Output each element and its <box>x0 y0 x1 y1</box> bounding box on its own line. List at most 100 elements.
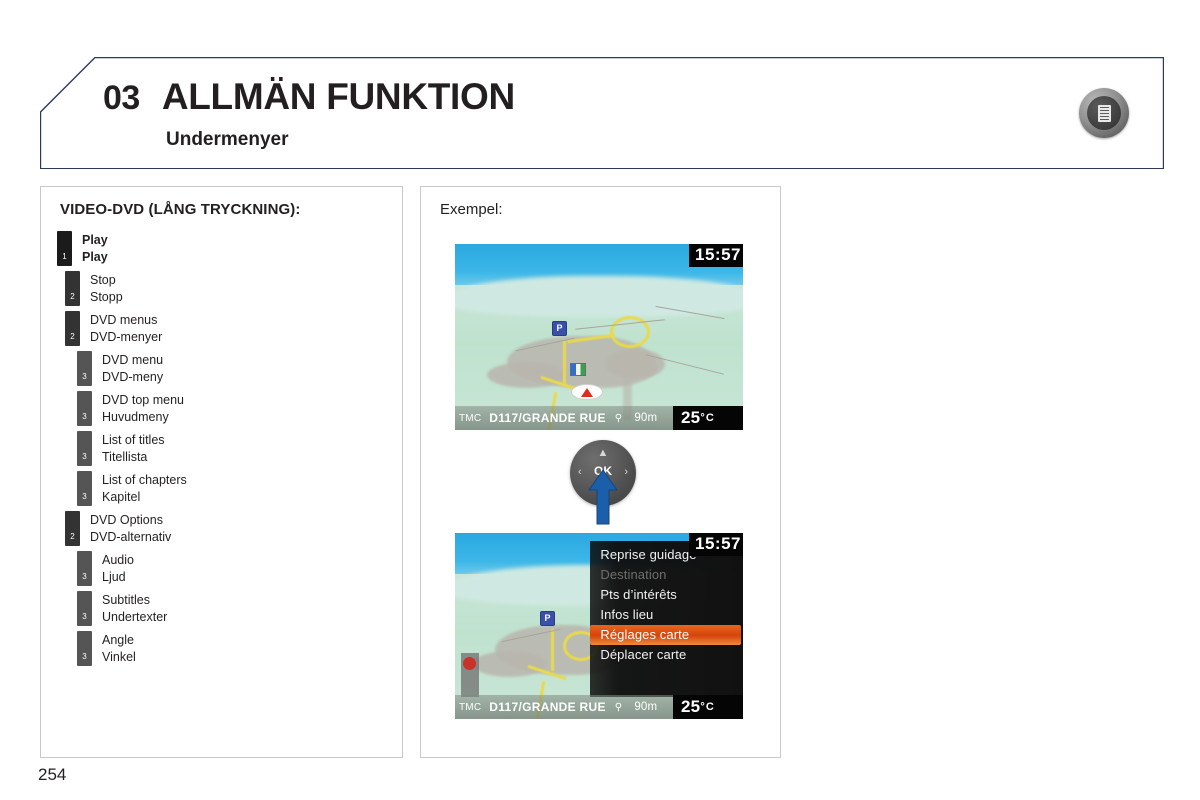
parking-poi-icon: P <box>552 321 567 336</box>
map-road <box>563 340 566 384</box>
menu-level-number: 3 <box>82 572 87 581</box>
chapter-subtitle: Undermenyer <box>166 129 289 150</box>
menu-item-stop[interactable]: 2 Stop Stopp <box>65 271 402 306</box>
menu-tree: 1 Play Play 2 Stop Stopp 2 DVD menus DVD-menyer 3… <box>41 231 402 671</box>
menu-item-label-en: DVD top menu <box>102 392 184 407</box>
menu-level-marker: 3 <box>77 351 92 386</box>
menu-level-marker: 2 <box>65 271 80 306</box>
map-urban-block <box>473 651 547 677</box>
menu-level-number: 3 <box>82 412 87 421</box>
chapter-title: ALLMÄN FUNKTION <box>161 76 515 117</box>
menu-level-number: 2 <box>70 332 75 341</box>
menu-level-marker: 3 <box>77 471 92 506</box>
menu-item-label-en: Angle <box>102 632 134 647</box>
north-arrow-icon: ⚲ <box>614 701 623 713</box>
menu-level-number: 2 <box>70 532 75 541</box>
map-urban-block <box>605 349 665 379</box>
menu-item-angle[interactable]: 3 Angle Vinkel <box>77 631 402 666</box>
nav-menu-item-r-glages-carte[interactable]: Réglages carte <box>590 625 741 645</box>
nav-menu-item-pts-d-int-r-ts[interactable]: Pts d’intérêts <box>590 585 743 605</box>
menu-item-label-sv: Stopp <box>90 289 123 304</box>
parking-poi-icon: P <box>540 611 555 626</box>
degree-symbol: ° <box>700 701 705 713</box>
menu-item-dvd-menu[interactable]: 3 DVD menu DVD-meny <box>77 351 402 386</box>
menu-level-number: 3 <box>82 372 87 381</box>
menu-item-label-sv: Undertexter <box>102 609 168 624</box>
menu-level-marker: 3 <box>77 591 92 626</box>
menu-level-marker: 3 <box>77 431 92 466</box>
destination-flag-icon <box>570 363 586 376</box>
menu-item-label-en: DVD menu <box>102 352 164 367</box>
example-panel: Exempel: P 15:57 TMC D117/GRANDE RUE ⚲ 9… <box>420 186 781 758</box>
temperature-readout: 25 ° C <box>673 695 743 719</box>
nav-status-bar: TMC D117/GRANDE RUE ⚲ 90m 25 ° C <box>455 695 743 719</box>
page-number: 254 <box>38 765 67 784</box>
control-knob-illustration: ▲ ‹ › OK <box>570 440 636 525</box>
menu-level-number: 1 <box>62 252 67 261</box>
menu-item-label-en: List of chapters <box>102 472 187 487</box>
distance-label: 90m <box>634 412 658 424</box>
menu-item-dvd-options[interactable]: 2 DVD Options DVD-alternativ <box>65 511 402 546</box>
nav-screen-map-with-menu: P Reprise guidage Destination Pts d’intérê… <box>455 533 743 719</box>
menu-item-label-en: Play <box>82 232 108 247</box>
menu-level-number: 2 <box>70 292 75 301</box>
map-alert-icon <box>463 657 476 670</box>
temperature-unit: C <box>705 701 715 713</box>
menu-item-label-sv: DVD-menyer <box>90 329 163 344</box>
menu-level-number: 3 <box>82 652 87 661</box>
temperature-value: 25 <box>681 408 701 427</box>
video-dvd-menu-panel: VIDEO-DVD (LÅNG TRYCKNING): 1 Play Play 2 St… <box>40 186 403 758</box>
tmc-label: TMC <box>459 412 482 424</box>
temperature-value: 25 <box>681 697 701 716</box>
map-coastline <box>455 275 743 317</box>
menu-level-number: 3 <box>82 612 87 621</box>
left-panel-heading: VIDEO-DVD (LÅNG TRYCKNING): <box>60 201 301 218</box>
current-street-label: D117/GRANDE RUE <box>489 700 606 714</box>
menu-level-marker: 3 <box>77 631 92 666</box>
menu-item-label-en: Audio <box>102 552 134 567</box>
menu-item-dvd-menus[interactable]: 2 DVD menus DVD-menyer <box>65 311 402 346</box>
menu-level-number: 3 <box>82 452 87 461</box>
menu-level-number: 3 <box>82 492 87 501</box>
manual-book-icon-inner <box>1087 96 1121 130</box>
menu-item-play[interactable]: 1 Play Play <box>57 231 402 266</box>
temperature-readout: 25 ° C <box>673 406 743 430</box>
nav-screen-map: P 15:57 TMC D117/GRANDE RUE ⚲ 90m 25 ° C <box>455 244 743 430</box>
nav-overlay-menu: Reprise guidage Destination Pts d’intérêts… <box>590 541 743 697</box>
chevron-up-icon[interactable]: ▲ <box>570 448 636 459</box>
blue-up-arrow-icon <box>588 469 618 525</box>
current-street-label: D117/GRANDE RUE <box>489 411 606 425</box>
menu-item-label-sv: DVD-alternativ <box>90 529 172 544</box>
map-urban-block <box>487 362 567 388</box>
menu-item-subtitles[interactable]: 3 Subtitles Undertexter <box>77 591 402 626</box>
north-arrow-icon: ⚲ <box>614 412 623 424</box>
menu-item-label-en: Subtitles <box>102 592 150 607</box>
menu-item-label-sv: Vinkel <box>102 649 136 664</box>
menu-item-list-of-titles[interactable]: 3 List of titles Titellista <box>77 431 402 466</box>
menu-item-label-sv: Huvudmeny <box>102 409 169 424</box>
nav-menu-item-d-placer-carte[interactable]: Déplacer carte <box>590 645 743 665</box>
distance-label: 90m <box>634 701 658 713</box>
page-title: 03 ALLMÄN FUNKTION <box>103 78 515 115</box>
nav-menu-item-infos-lieu[interactable]: Infos lieu <box>590 605 743 625</box>
nav-menu-item-destination[interactable]: Destination <box>590 565 743 585</box>
temperature-unit: C <box>705 412 715 424</box>
menu-item-audio[interactable]: 3 Audio Ljud <box>77 551 402 586</box>
menu-item-label-sv: DVD-meny <box>102 369 164 384</box>
vehicle-position-marker <box>571 384 603 400</box>
manual-book-icon <box>1097 104 1111 122</box>
menu-item-label-sv: Titellista <box>102 449 148 464</box>
degree-symbol: ° <box>700 412 705 424</box>
vehicle-heading-arrow-icon <box>581 387 593 397</box>
menu-level-marker: 2 <box>65 311 80 346</box>
manual-book-icon-button[interactable] <box>1079 88 1129 138</box>
menu-item-label-en: List of titles <box>102 432 165 447</box>
menu-item-label-en: DVD menus <box>90 312 158 327</box>
menu-item-dvd-top-menu[interactable]: 3 DVD top menu Huvudmeny <box>77 391 402 426</box>
menu-level-marker: 3 <box>77 391 92 426</box>
nav-status-bar: TMC D117/GRANDE RUE ⚲ 90m 25 ° C <box>455 406 743 430</box>
menu-item-list-of-chapters[interactable]: 3 List of chapters Kapitel <box>77 471 402 506</box>
menu-level-marker: 3 <box>77 551 92 586</box>
map-road <box>551 629 554 671</box>
nav-clock: 15:57 <box>689 244 743 267</box>
